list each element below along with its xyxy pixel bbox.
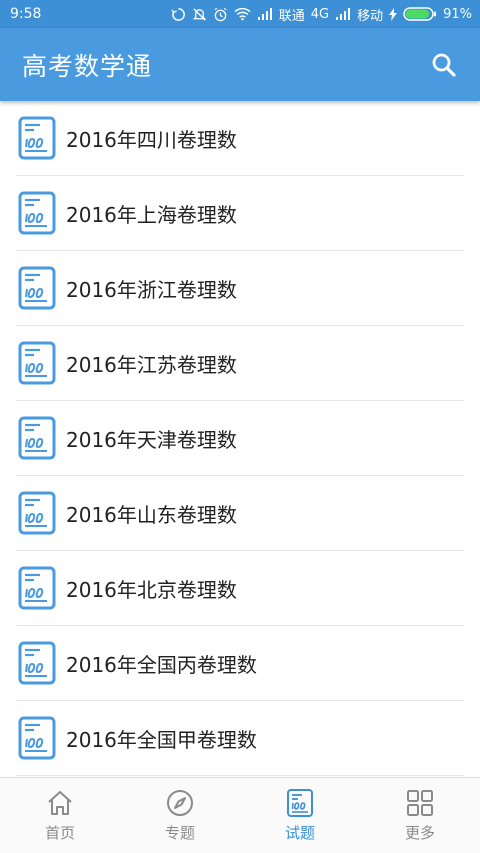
exam-paper-icon: [285, 788, 315, 818]
exam-doc-icon: [18, 115, 58, 161]
carrier-1: 联通: [278, 8, 305, 24]
bottom-nav: 首页 专题 试题 更多: [0, 777, 480, 853]
exam-item-label: 2016年浙江卷理数: [66, 277, 237, 302]
search-icon: [431, 52, 457, 78]
exam-list-item[interactable]: 2016年江苏卷理数: [16, 326, 464, 401]
mute-icon: [192, 7, 207, 22]
nav-item-exams[interactable]: 试题: [240, 778, 360, 853]
exam-list-item[interactable]: 2016年天津卷理数: [16, 401, 464, 476]
battery-icon: [403, 7, 437, 21]
nav-label: 试题: [284, 824, 315, 842]
wifi-icon: [234, 7, 251, 21]
alarm-icon: [213, 7, 228, 22]
exam-doc-icon: [18, 640, 58, 686]
network-type: 4G: [310, 6, 330, 22]
nav-item-more[interactable]: 更多: [360, 778, 480, 853]
status-time: 9:58: [10, 6, 42, 22]
exam-list-item[interactable]: 2016年全国丙卷理数: [16, 626, 464, 701]
compass-icon: [165, 788, 195, 818]
exam-list-item[interactable]: 2016年浙江卷理数: [16, 251, 464, 326]
exam-list: 2016年四川卷理数 2016年上海卷理数 2016年浙江卷理数 2016年江苏…: [0, 101, 480, 777]
sync-icon: [171, 7, 186, 22]
signal-icon: [335, 8, 351, 20]
exam-doc-icon: [18, 415, 58, 461]
exam-doc-icon: [18, 565, 58, 611]
status-bar: 9:58 联通 4G 移动 91%: [0, 0, 480, 28]
app-title: 高考数学通: [22, 51, 153, 81]
search-button[interactable]: [424, 45, 464, 85]
exam-item-label: 2016年全国丙卷理数: [66, 652, 257, 677]
nav-item-home[interactable]: 首页: [0, 778, 120, 853]
exam-item-label: 2016年北京卷理数: [66, 577, 237, 602]
exam-item-label: 2016年天津卷理数: [66, 427, 237, 452]
charging-icon: [389, 7, 398, 21]
exam-item-label: 2016年四川卷理数: [66, 127, 237, 152]
exam-item-label: 2016年上海卷理数: [66, 202, 237, 227]
exam-doc-icon: [18, 715, 58, 761]
nav-item-topics[interactable]: 专题: [120, 778, 240, 853]
exam-list-item[interactable]: 2016年山东卷理数: [16, 476, 464, 551]
exam-list-item[interactable]: 2016年全国甲卷理数: [16, 701, 464, 776]
exam-item-label: 2016年山东卷理数: [66, 502, 237, 527]
exam-doc-icon: [18, 340, 58, 386]
nav-label: 更多: [404, 824, 435, 842]
exam-list-item[interactable]: 2016年北京卷理数: [16, 551, 464, 626]
nav-label: 首页: [44, 824, 75, 842]
exam-doc-icon: [18, 190, 58, 236]
status-icons: 联通 4G 移动 91%: [171, 5, 472, 24]
exam-list-item[interactable]: 2016年四川卷理数: [16, 101, 464, 176]
exam-doc-icon: [18, 265, 58, 311]
signal-icon: [257, 8, 273, 20]
home-icon: [45, 788, 75, 818]
exam-list-item[interactable]: 2016年上海卷理数: [16, 176, 464, 251]
grid-icon: [405, 788, 435, 818]
exam-item-label: 2016年江苏卷理数: [66, 352, 237, 377]
exam-doc-icon: [18, 490, 58, 536]
nav-label: 专题: [164, 824, 195, 842]
battery-percent: 91%: [443, 6, 472, 22]
app-bar: 高考数学通: [0, 28, 480, 101]
exam-item-label: 2016年全国甲卷理数: [66, 727, 257, 752]
carrier-2: 移动: [357, 8, 384, 24]
